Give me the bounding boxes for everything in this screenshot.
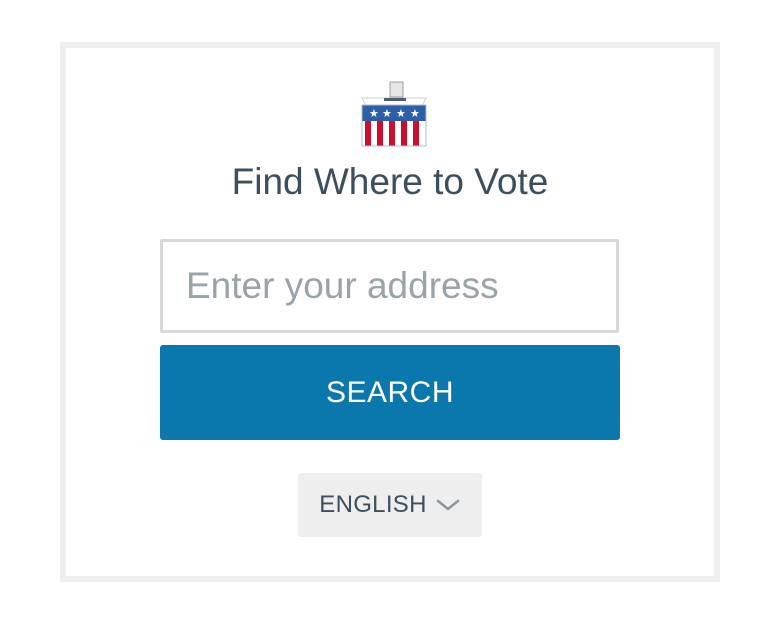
chevron-down-icon [435, 497, 461, 513]
svg-text:★: ★ [369, 107, 379, 120]
svg-text:★: ★ [396, 107, 406, 120]
svg-text:★: ★ [382, 107, 392, 120]
find-where-to-vote-widget: ★ ★ ★ ★ Find Where to Vote SEARCH ENGLIS… [60, 42, 720, 582]
ballot-box-icon: ★ ★ ★ ★ [359, 80, 429, 150]
page-title: Find Where to Vote [231, 161, 549, 202]
svg-text:★: ★ [410, 107, 420, 120]
address-search-input[interactable] [160, 239, 619, 333]
language-select[interactable]: ENGLISH [298, 473, 482, 537]
search-button[interactable]: SEARCH [160, 345, 620, 440]
language-select-label: ENGLISH [319, 491, 427, 518]
